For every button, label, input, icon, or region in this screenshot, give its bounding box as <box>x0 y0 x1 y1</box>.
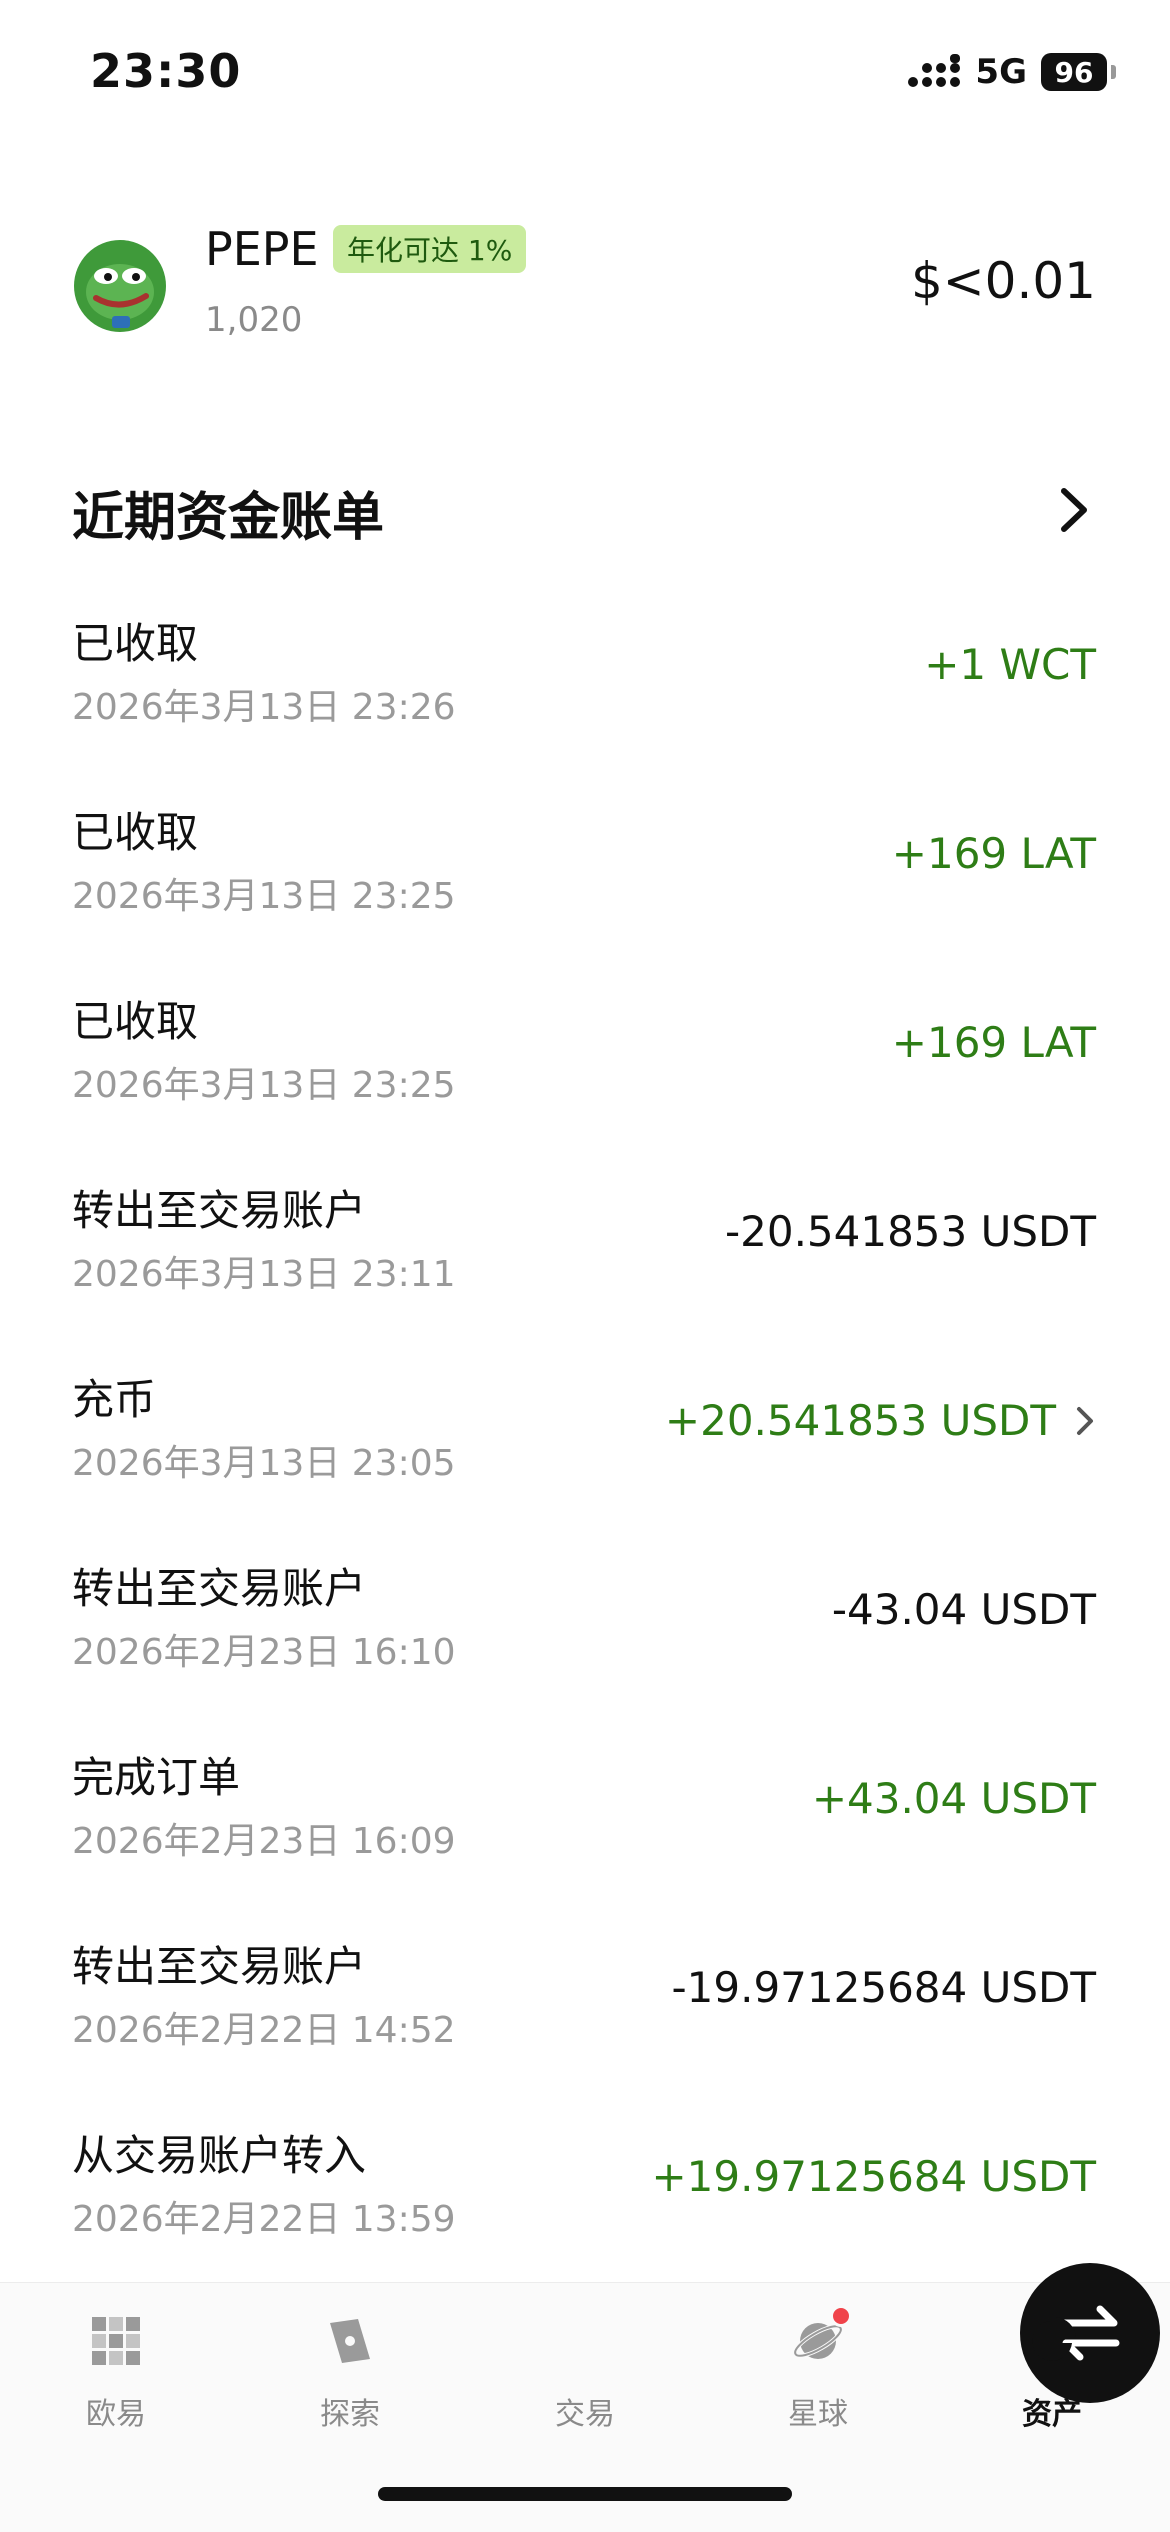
transaction-title: 已收取 <box>72 997 199 1046</box>
notification-dot <box>830 2305 852 2327</box>
planet-icon-wrap <box>790 2305 852 2369</box>
cellular-signal-icon <box>908 54 961 87</box>
transaction-row[interactable]: 从交易账户转入 2026年2月22日 13:59 +19.97125684 US… <box>0 2102 1170 2291</box>
transaction-row[interactable]: 转出至交易账户 2026年3月13日 23:11 -20.541853 USDT <box>0 1157 1170 1346</box>
transaction-date: 2026年3月13日 23:11 <box>72 1254 456 1295</box>
nav-label: 资产 <box>1022 2397 1082 2432</box>
transaction-amount: +43.04 USDT <box>812 1774 1096 1823</box>
pie-chart-icon <box>1032 2317 1076 2361</box>
transaction-amount: -43.04 USDT <box>832 1585 1096 1634</box>
transaction-title: 转出至交易账户 <box>72 1186 367 1235</box>
status-bar: 23:30 5G 96 <box>0 0 1170 150</box>
transaction-date: 2026年2月23日 16:09 <box>72 1821 456 1862</box>
token-row[interactable]: PEPE 年化可达 1% 1,020 $<0.01 <box>0 200 1170 380</box>
transaction-date: 2026年3月13日 23:25 <box>72 1065 456 1106</box>
transaction-amount: +1 WCT <box>924 640 1096 689</box>
transaction-amount: +169 LAT <box>892 1018 1096 1067</box>
transaction-date: 2026年2月22日 14:52 <box>72 2010 456 2051</box>
transaction-title: 充币 <box>72 1375 157 1424</box>
transaction-row[interactable]: 转出至交易账户 2026年2月23日 16:10 -43.04 USDT <box>0 1535 1170 1724</box>
transaction-amount: -20.541853 USDT <box>725 1207 1096 1256</box>
transaction-date: 2026年3月13日 23:26 <box>72 687 456 728</box>
transaction-row[interactable]: 转出至交易账户 2026年2月22日 14:52 -19.97125684 US… <box>0 1913 1170 2102</box>
nav-label: 交易 <box>555 2397 615 2432</box>
transaction-title: 转出至交易账户 <box>72 1942 367 1991</box>
amount-text: -20.541853 USDT <box>724 1207 1096 1256</box>
amount-text: +169 LAT <box>891 1018 1096 1067</box>
transaction-row[interactable]: 充币 2026年3月13日 23:05 +20.541853 USDT <box>0 1346 1170 1535</box>
amount-text: +20.541853 USDT <box>664 1396 1056 1445</box>
transaction-title: 已收取 <box>72 619 199 668</box>
nav-label: 探索 <box>320 2397 380 2432</box>
amount-text: +169 LAT <box>891 829 1096 878</box>
amount-text: +19.97125684 USDT <box>651 2152 1096 2201</box>
transaction-amount: +169 LAT <box>892 829 1096 878</box>
transaction-amount: +20.541853 USDT <box>665 1396 1096 1445</box>
battery-tip <box>1111 65 1116 79</box>
status-indicators: 5G 96 <box>907 50 1116 94</box>
token-amount: 1,020 <box>205 300 303 340</box>
okx-logo-icon <box>92 2317 140 2365</box>
apy-badge[interactable]: 年化可达 1% <box>333 225 527 273</box>
transaction-title: 完成订单 <box>72 1753 241 1802</box>
transaction-amount: -19.97125684 USDT <box>672 1963 1096 2012</box>
nav-label: 星球 <box>788 2397 848 2432</box>
amount-text: +43.04 USDT <box>811 1774 1096 1823</box>
transaction-date: 2026年3月13日 23:05 <box>72 1443 456 1484</box>
transaction-row[interactable]: 已收取 2026年3月13日 23:25 +169 LAT <box>0 968 1170 1157</box>
chevron-right-icon[interactable] <box>1054 485 1094 535</box>
nav-item-explore[interactable]: 探索 <box>270 2313 430 2453</box>
transaction-title: 从交易账户转入 <box>72 2131 367 2180</box>
section-title: 近期资金账单 <box>72 488 385 548</box>
recent-bills-header[interactable]: 近期资金账单 <box>0 455 1170 555</box>
network-label: 5G <box>975 52 1027 92</box>
screen: 23:30 5G 96 PEPE 年化可达 1% 1,020 $<0.01 近期… <box>0 0 1170 2532</box>
transaction-row[interactable]: 已收取 2026年3月13日 23:25 +169 LAT <box>0 779 1170 968</box>
transaction-row[interactable]: 已收取 2026年3月13日 23:26 +1 WCT <box>0 590 1170 779</box>
amount-text: -19.97125684 USDT <box>671 1963 1096 2012</box>
chevron-right-icon[interactable] <box>1074 1404 1096 1438</box>
battery-icon: 96 <box>1041 53 1116 91</box>
nav-item-assets[interactable]: 资产 <box>972 2313 1132 2453</box>
transaction-amount: +19.97125684 USDT <box>651 2152 1096 2201</box>
transaction-date: 2026年3月13日 23:25 <box>72 876 456 917</box>
nav-item-planet[interactable]: 星球 <box>738 2305 898 2453</box>
transaction-date: 2026年2月23日 16:10 <box>72 1632 456 1673</box>
nav-label: 欧易 <box>86 2397 146 2432</box>
home-indicator[interactable] <box>378 2487 792 2501</box>
nav-item-trade[interactable]: 交易 <box>505 2263 1160 2453</box>
token-value: $<0.01 <box>910 252 1096 310</box>
pepe-frog-icon <box>74 240 166 332</box>
transaction-date: 2026年2月22日 13:59 <box>72 2199 456 2240</box>
nav-item-okx[interactable]: 欧易 <box>36 2313 196 2453</box>
compass-icon <box>330 2319 370 2363</box>
amount-text: +1 WCT <box>924 640 1096 689</box>
status-time: 23:30 <box>90 44 242 98</box>
battery-level: 96 <box>1041 53 1107 91</box>
token-name: PEPE <box>205 222 319 276</box>
transaction-title: 转出至交易账户 <box>72 1564 367 1613</box>
transaction-row[interactable]: 完成订单 2026年2月23日 16:09 +43.04 USDT <box>0 1724 1170 1913</box>
transaction-title: 已收取 <box>72 808 199 857</box>
transaction-list: 已收取 2026年3月13日 23:26 +1 WCT 已收取 2026年3月1… <box>0 590 1170 2291</box>
amount-text: -43.04 USDT <box>831 1585 1096 1634</box>
